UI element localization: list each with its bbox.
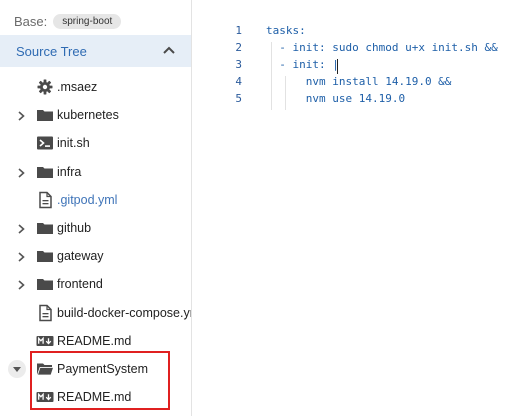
expand-arrow-icon[interactable] bbox=[17, 167, 25, 178]
folder-icon bbox=[36, 106, 54, 124]
tree-item[interactable]: build-docker-compose.yml bbox=[0, 300, 191, 326]
folder-icon bbox=[36, 163, 54, 181]
tree-item-label: init.sh bbox=[57, 136, 90, 150]
tree-item[interactable]: frontend bbox=[0, 271, 191, 297]
tree-item-label: .gitpod.yml bbox=[57, 193, 118, 207]
folder-icon bbox=[36, 219, 54, 237]
tree-item[interactable]: .msaez bbox=[0, 74, 191, 100]
text-cursor bbox=[337, 59, 338, 74]
highlight-box bbox=[30, 351, 170, 410]
tree-item[interactable]: kubernetes bbox=[0, 102, 191, 128]
expand-arrow-icon[interactable] bbox=[17, 279, 25, 290]
gear-icon bbox=[36, 78, 54, 96]
source-tree-title: Source Tree bbox=[16, 43, 87, 59]
tree-item-label: README.md bbox=[57, 334, 132, 348]
folder-icon bbox=[36, 275, 54, 293]
code-text: nvm use 14.19.0 bbox=[266, 92, 406, 105]
file-icon bbox=[36, 191, 54, 209]
branch-chip[interactable]: spring-boot bbox=[53, 13, 122, 29]
code-line: 3 - init: | bbox=[192, 56, 508, 73]
tree-item-label: github bbox=[57, 221, 92, 235]
code-line: 4 nvm install 14.19.0 && bbox=[192, 73, 508, 90]
expand-arrow-icon[interactable] bbox=[17, 110, 25, 121]
tree-item[interactable]: github bbox=[0, 215, 191, 241]
expanded-arrow-icon[interactable] bbox=[8, 360, 26, 378]
code-line: 5 nvm use 14.19.0 bbox=[192, 90, 508, 107]
tree-item[interactable]: infra bbox=[0, 159, 191, 185]
code-line: 1 tasks: bbox=[192, 22, 508, 39]
line-number: 1 bbox=[235, 24, 242, 37]
code-text: nvm install 14.19.0 && bbox=[266, 75, 452, 88]
tree-item[interactable]: .gitpod.yml bbox=[0, 187, 191, 213]
line-number: 4 bbox=[235, 75, 242, 88]
file-icon bbox=[36, 304, 54, 322]
tree-item-label: infra bbox=[57, 165, 82, 179]
code-editor[interactable]: 1 tasks: 2 - init: sudo chmod u+x init.sh … bbox=[192, 0, 508, 416]
terminal-icon bbox=[36, 134, 54, 152]
line-number: 2 bbox=[235, 41, 242, 54]
line-number: 5 bbox=[235, 92, 242, 105]
code-text: tasks: bbox=[266, 24, 306, 37]
expand-arrow-icon[interactable] bbox=[17, 251, 25, 262]
folder-icon bbox=[36, 247, 54, 265]
tree-item-label: build-docker-compose.yml bbox=[57, 306, 191, 320]
source-tree-header[interactable]: Source Tree bbox=[0, 35, 191, 67]
chevron-up-icon[interactable] bbox=[161, 43, 177, 59]
tree-item[interactable]: init.sh bbox=[0, 130, 191, 156]
tree-item-label: gateway bbox=[57, 249, 104, 263]
code-text: - init: | bbox=[266, 58, 339, 71]
code-text: - init: sudo chmod u+x init.sh && bbox=[266, 41, 498, 54]
tree-item-label: frontend bbox=[57, 277, 103, 291]
tree-item-label: kubernetes bbox=[57, 108, 119, 122]
file-explorer-sidebar: Base: spring-boot Source Tree .msaez kube… bbox=[0, 0, 192, 416]
code-line: 2 - init: sudo chmod u+x init.sh && bbox=[192, 39, 508, 56]
tree-item[interactable]: gateway bbox=[0, 243, 191, 269]
line-number: 3 bbox=[235, 58, 242, 71]
base-branch-row: Base: spring-boot bbox=[14, 10, 122, 32]
markdown-icon bbox=[36, 332, 54, 350]
base-label: Base: bbox=[14, 13, 48, 29]
expand-arrow-icon[interactable] bbox=[17, 223, 25, 234]
tree-item-label: .msaez bbox=[57, 80, 98, 94]
